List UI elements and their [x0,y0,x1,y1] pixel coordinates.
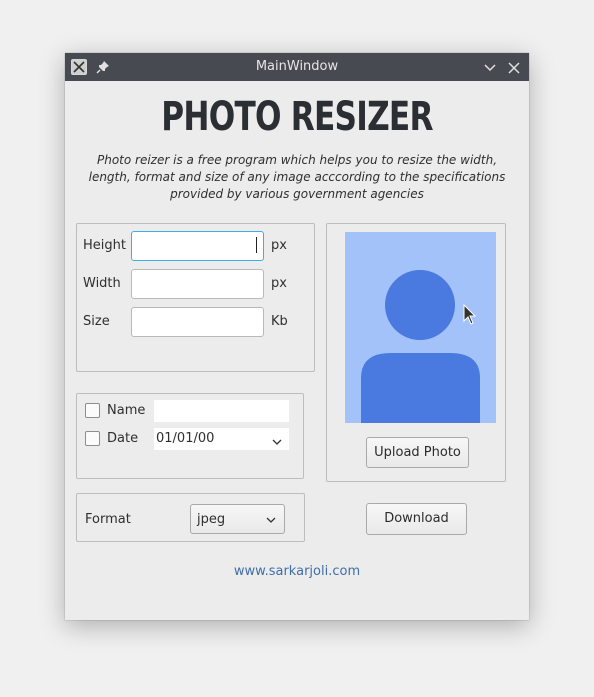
photo-preview [345,232,496,423]
date-label: Date [107,431,139,446]
width-unit: px [271,276,287,291]
size-unit: Kb [271,314,288,329]
format-value: jpeg [197,512,226,527]
name-checkbox[interactable] [85,403,100,418]
mouse-pointer-icon [463,303,477,326]
size-field[interactable] [131,307,264,337]
text-cursor [256,237,257,253]
width-field[interactable] [131,269,264,299]
page-title: PHOTO RESIZER [161,94,433,140]
chevron-down-icon[interactable] [271,433,283,445]
title-bar: MainWindow [65,53,529,81]
chevron-down-icon[interactable] [483,60,497,74]
date-value: 01/01/00 [156,431,215,446]
format-select[interactable]: jpeg [190,504,285,534]
height-unit: px [271,238,287,253]
chevron-down-icon[interactable] [265,514,277,526]
date-checkbox[interactable] [85,431,100,446]
name-label: Name [107,403,146,418]
upload-photo-button[interactable]: Upload Photo [366,437,469,468]
date-picker[interactable]: 01/01/00 [154,428,289,450]
main-window: MainWindow PHOTO RESIZER Photo reizer is… [65,53,529,620]
window-title: MainWindow [255,59,339,74]
name-field[interactable] [154,400,289,422]
download-button[interactable]: Download [366,503,467,535]
website-link[interactable]: www.sarkarjoli.com [65,564,529,579]
description-text: Photo reizer is a free program which hel… [88,153,506,201]
close-icon[interactable] [507,60,521,74]
height-label: Height [83,238,126,253]
width-label: Width [83,276,121,291]
format-label: Format [85,512,131,527]
size-label: Size [83,314,110,329]
avatar-placeholder-icon [345,232,496,423]
height-field[interactable] [131,231,264,261]
